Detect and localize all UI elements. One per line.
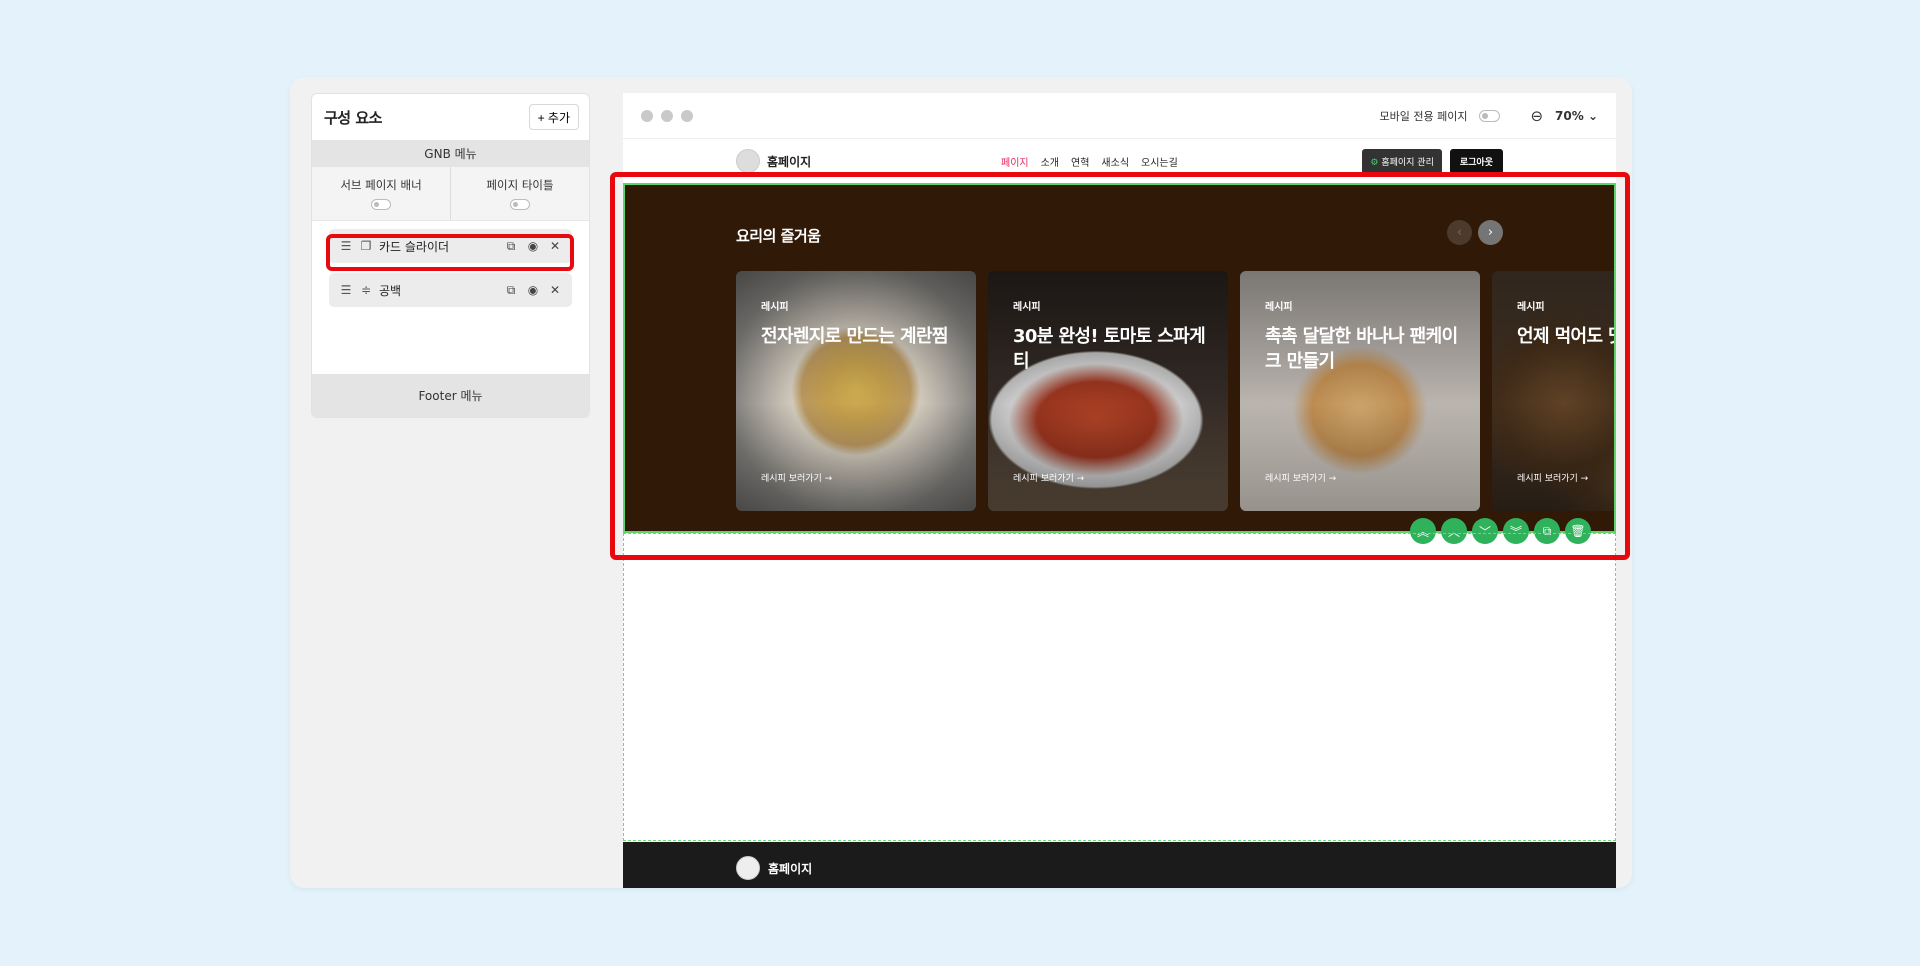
card-link[interactable]: 레시피 보러가기 → <box>1013 471 1084 484</box>
zoom-value: 70% <box>1555 108 1584 123</box>
editor-window: 구성 요소 + 추가 GNB 메뉴 서브 페이지 배너 페이지 타이틀 ☰ ❐ … <box>290 77 1632 888</box>
add-component-button[interactable]: + 추가 <box>528 104 579 130</box>
card-title: 전자렌지로 만드는 계란찜 <box>761 326 949 347</box>
component-item-card-slider[interactable]: ☰ ❐ 카드 슬라이더 ⧉ ◉ ✕ <box>329 229 572 263</box>
cards-icon: ❐ <box>360 239 372 253</box>
nav-item[interactable]: 페이지 <box>1001 154 1029 169</box>
close-icon[interactable]: ✕ <box>548 283 562 298</box>
nav-item[interactable]: 소개 <box>1041 154 1059 169</box>
card-link[interactable]: 레시피 보러가기 → <box>761 471 832 484</box>
drag-handle-icon[interactable]: ☰ <box>339 239 353 253</box>
site-logo-text: 홈페이지 <box>767 154 812 169</box>
recipe-card[interactable]: 레시피 전자렌지로 만드는 계란찜 레시피 보러가기 → <box>736 271 976 511</box>
mobile-only-toggle[interactable] <box>1479 109 1501 122</box>
recipe-card[interactable]: 레시피 언제 먹어도 맛 레시피 보러가기 → <box>1492 271 1616 511</box>
chevron-down-icon: ⌄ <box>1587 108 1598 123</box>
drag-handle-icon[interactable]: ☰ <box>339 283 353 297</box>
window-dot <box>641 109 653 122</box>
manage-site-button[interactable]: ⚙ 홈페이지 관리 <box>1362 148 1442 174</box>
logout-button[interactable]: 로그아웃 <box>1449 148 1503 174</box>
window-dot <box>661 109 673 122</box>
card-link[interactable]: 레시피 보러가기 → <box>1265 471 1336 484</box>
slider-arrows: ‹ › <box>1447 220 1503 245</box>
card-tag: 레시피 <box>761 302 789 313</box>
site-header: 홈페이지 페이지 소개 연혁 새소식 오시는길 ⚙ 홈페이지 관리 로그아웃 <box>623 139 1616 183</box>
spacer-section[interactable] <box>623 533 1616 841</box>
avatar <box>736 149 760 173</box>
component-label: 공백 <box>379 283 402 298</box>
sub-banner-label: 서브 페이지 배너 <box>340 178 422 192</box>
site-footer: 홈페이지 <box>623 842 1616 888</box>
close-icon[interactable]: ✕ <box>548 239 562 254</box>
card-title: 30분 완성! 토마토 스파게티 <box>1013 326 1206 372</box>
sub-banner-toggle[interactable] <box>371 199 391 210</box>
card-track: 레시피 전자렌지로 만드는 계란찜 레시피 보러가기 → 레시피 30분 완성!… <box>736 271 1616 511</box>
toolbar-right: 모바일 전용 페이지 ⊖ 70% ⌄ <box>1379 107 1598 125</box>
nav-item[interactable]: 새소식 <box>1101 154 1129 169</box>
card-slider-section[interactable]: 요리의 즐거움 ‹ › 레시피 전자렌지로 만드는 계란찜 레시피 보러가기 →… <box>623 183 1616 533</box>
gear-icon: ⚙ <box>1370 157 1379 168</box>
recipe-card[interactable]: 레시피 30분 완성! 토마토 스파게티 레시피 보러가기 → <box>988 271 1228 511</box>
card-title: 언제 먹어도 맛 <box>1517 326 1616 347</box>
components-panel: 구성 요소 + 추가 GNB 메뉴 서브 페이지 배너 페이지 타이틀 ☰ ❐ … <box>311 93 590 418</box>
page-title-label: 페이지 타이틀 <box>486 178 554 192</box>
eye-icon[interactable]: ◉ <box>526 283 540 298</box>
next-arrow-icon[interactable]: › <box>1478 220 1503 245</box>
duplicate-icon[interactable]: ⧉ <box>504 283 518 298</box>
window-dots <box>641 109 693 122</box>
card-tag: 레시피 <box>1265 302 1293 313</box>
prev-arrow-icon[interactable]: ‹ <box>1447 220 1472 245</box>
card-link[interactable]: 레시피 보러가기 → <box>1517 471 1588 484</box>
site-header-buttons: ⚙ 홈페이지 관리 로그아웃 <box>1362 148 1503 174</box>
component-item-spacer[interactable]: ☰ ≑ 공백 ⧉ ◉ ✕ <box>329 273 572 307</box>
panel-title: 구성 요소 <box>324 108 382 127</box>
sub-options-row: 서브 페이지 배너 페이지 타이틀 <box>312 167 589 221</box>
spacer-icon: ≑ <box>360 283 372 297</box>
nav-item[interactable]: 오시는길 <box>1141 154 1178 169</box>
nav-item[interactable]: 연혁 <box>1071 154 1089 169</box>
card-title: 촉촉 달달한 바나나 팬케이크 만들기 <box>1265 326 1458 372</box>
page-preview: 모바일 전용 페이지 ⊖ 70% ⌄ 홈페이지 페이지 소개 연혁 새소식 오시… <box>623 93 1616 888</box>
slider-title: 요리의 즐거움 <box>736 227 821 245</box>
component-list: ☰ ❐ 카드 슬라이더 ⧉ ◉ ✕ ☰ ≑ 공백 ⧉ ◉ ✕ <box>312 221 589 371</box>
footer-menu-bar[interactable]: Footer 메뉴 <box>312 374 589 417</box>
zoom-select[interactable]: 70% ⌄ <box>1555 109 1598 123</box>
component-label: 카드 슬라이더 <box>379 239 450 254</box>
gnb-menu-bar[interactable]: GNB 메뉴 <box>312 140 589 167</box>
mobile-only-label: 모바일 전용 페이지 <box>1379 109 1468 123</box>
component-actions: ⧉ ◉ ✕ <box>504 283 562 298</box>
site-nav: 페이지 소개 연혁 새소식 오시는길 <box>1001 154 1178 169</box>
card-tag: 레시피 <box>1013 302 1041 313</box>
site-logo[interactable]: 홈페이지 <box>736 149 811 173</box>
footer-logo-text: 홈페이지 <box>768 861 813 876</box>
duplicate-icon[interactable]: ⧉ <box>504 239 518 254</box>
eye-icon[interactable]: ◉ <box>526 239 540 254</box>
component-actions: ⧉ ◉ ✕ <box>504 239 562 254</box>
zoom-out-icon[interactable]: ⊖ <box>1530 107 1543 125</box>
panel-header: 구성 요소 + 추가 <box>312 94 589 140</box>
preview-toolbar: 모바일 전용 페이지 ⊖ 70% ⌄ <box>623 93 1616 139</box>
sub-banner-option: 서브 페이지 배너 <box>312 167 450 220</box>
avatar <box>736 856 760 880</box>
page-title-option: 페이지 타이틀 <box>450 167 589 220</box>
footer-logo: 홈페이지 <box>736 856 812 880</box>
recipe-card[interactable]: 레시피 촉촉 달달한 바나나 팬케이크 만들기 레시피 보러가기 → <box>1240 271 1480 511</box>
manage-label: 홈페이지 관리 <box>1381 157 1434 168</box>
window-dot <box>681 109 693 122</box>
card-tag: 레시피 <box>1517 302 1545 313</box>
page-title-toggle[interactable] <box>510 199 530 210</box>
